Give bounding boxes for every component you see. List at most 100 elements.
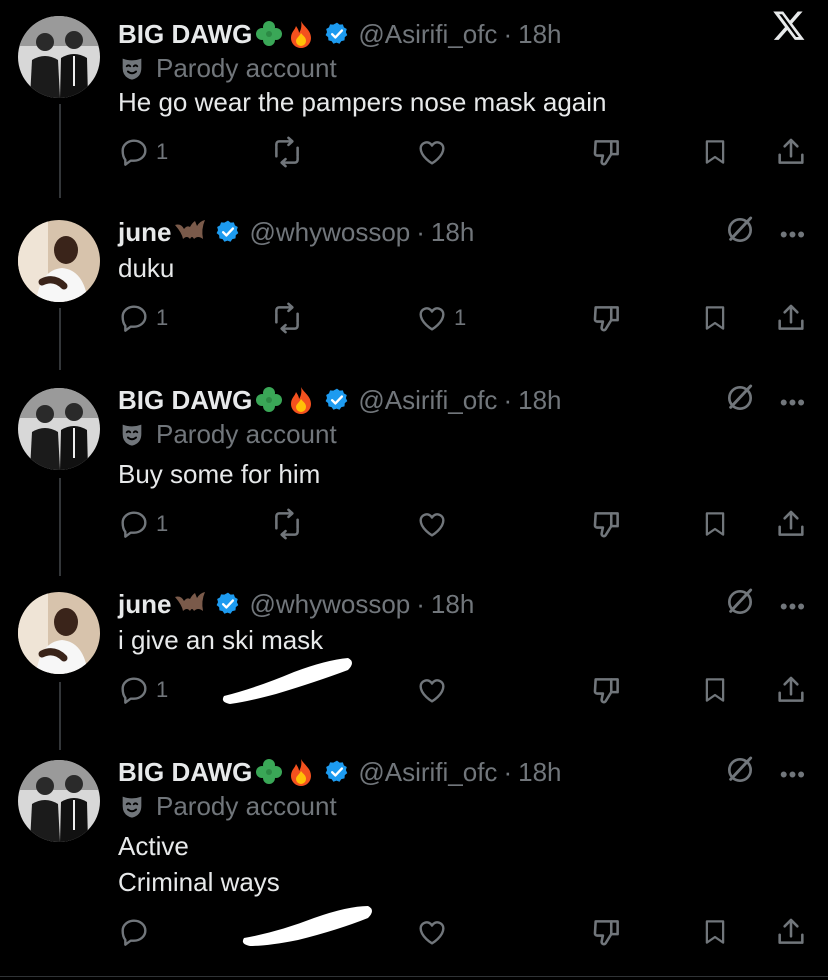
- grok-icon[interactable]: [724, 586, 756, 618]
- tweet[interactable]: BIG DAWG @Asirifi_ofc · 18h ••• Parody a…: [0, 754, 828, 954]
- dislike-button[interactable]: [590, 670, 624, 710]
- more-icon[interactable]: •••: [780, 390, 806, 416]
- bookmark-button[interactable]: [700, 132, 730, 172]
- dislike-icon: [593, 678, 619, 704]
- timestamp[interactable]: 18h: [431, 586, 474, 622]
- grok-icon[interactable]: [724, 214, 756, 246]
- tweet-actions: 1: [0, 504, 828, 544]
- bookmark-button[interactable]: [700, 298, 730, 338]
- avatar[interactable]: [18, 760, 100, 842]
- share-button[interactable]: [774, 132, 808, 172]
- avatar[interactable]: [18, 220, 100, 302]
- parody-mask-icon: [118, 792, 146, 820]
- like-icon: [419, 513, 445, 537]
- like-button[interactable]: [416, 912, 454, 952]
- share-button[interactable]: [774, 504, 808, 544]
- bookmark-button[interactable]: [700, 912, 730, 952]
- timestamp[interactable]: 18h: [518, 382, 561, 418]
- display-name[interactable]: BIG DAWG: [118, 382, 252, 418]
- verified-icon: [324, 387, 350, 413]
- like-button[interactable]: [416, 504, 454, 544]
- display-name[interactable]: BIG DAWG: [118, 754, 252, 790]
- parody-label: Parody account: [156, 52, 337, 83]
- tweet-actions: [0, 912, 828, 952]
- tweet-text: Buy some for him: [118, 459, 321, 489]
- timestamp[interactable]: 18h: [518, 16, 561, 52]
- retweet-button[interactable]: [270, 132, 304, 172]
- reply-icon: [121, 511, 147, 538]
- parody-badge: Parody account: [118, 50, 337, 86]
- verified-icon: [324, 21, 350, 47]
- handle[interactable]: @Asirifi_ofc: [358, 16, 497, 52]
- retweet-button[interactable]: [270, 504, 304, 544]
- dislike-icon: [593, 920, 619, 946]
- like-button[interactable]: [416, 670, 454, 710]
- tweet[interactable]: june @whywossop · 18h ••• duku 1 1: [0, 214, 828, 354]
- bookmark-button[interactable]: [700, 670, 730, 710]
- share-icon: [778, 510, 804, 536]
- tweet-text-line-2: Criminal ways: [118, 867, 280, 897]
- dislike-button[interactable]: [590, 132, 624, 172]
- grok-icon[interactable]: [724, 382, 756, 414]
- more-icon[interactable]: •••: [780, 762, 806, 788]
- reply-button[interactable]: 1: [118, 504, 168, 544]
- display-name[interactable]: june: [118, 586, 171, 622]
- bookmark-icon: [705, 512, 725, 536]
- retweet-button[interactable]: [270, 298, 304, 338]
- handle[interactable]: @whywossop: [249, 586, 410, 622]
- fire-emoji: [286, 385, 316, 415]
- share-button[interactable]: [774, 670, 808, 710]
- share-button[interactable]: [774, 298, 808, 338]
- dislike-button[interactable]: [590, 504, 624, 544]
- parody-mask-icon: [118, 420, 146, 448]
- handle[interactable]: @whywossop: [249, 214, 410, 250]
- like-icon: [419, 921, 445, 945]
- verified-icon: [215, 219, 241, 245]
- reply-count: 1: [156, 139, 169, 164]
- retweet-icon: [275, 508, 299, 540]
- like-button[interactable]: 1: [416, 298, 466, 338]
- tweet-actions: 1: [0, 132, 828, 172]
- display-name[interactable]: june: [118, 214, 171, 250]
- dislike-button[interactable]: [590, 298, 624, 338]
- dislike-icon: [593, 306, 619, 332]
- share-button[interactable]: [774, 912, 808, 952]
- bookmark-button[interactable]: [700, 504, 730, 544]
- timestamp[interactable]: 18h: [431, 214, 474, 250]
- dislike-button[interactable]: [590, 912, 624, 952]
- tweet[interactable]: BIG DAWG @Asirifi_ofc · 18h ••• Parody a…: [0, 382, 828, 542]
- like-button[interactable]: [416, 132, 454, 172]
- display-name[interactable]: BIG DAWG: [118, 16, 252, 52]
- separator: ·: [416, 217, 425, 247]
- reply-icon: [121, 919, 147, 946]
- bookmark-icon: [705, 678, 725, 702]
- parody-label: Parody account: [156, 418, 337, 449]
- grok-icon[interactable]: [724, 754, 756, 786]
- bat-emoji: [173, 589, 207, 619]
- tweet-text: He go wear the pampers nose mask again: [118, 87, 607, 117]
- retweet-icon: [275, 302, 299, 334]
- reply-button[interactable]: 1: [118, 132, 168, 172]
- avatar[interactable]: [18, 388, 100, 470]
- timestamp[interactable]: 18h: [518, 754, 561, 790]
- reply-button[interactable]: 1: [118, 670, 168, 710]
- parody-label: Parody account: [156, 790, 337, 821]
- avatar[interactable]: [18, 16, 100, 98]
- reply-button[interactable]: [118, 912, 156, 952]
- tweet[interactable]: june @whywossop · 18h ••• i give an ski …: [0, 586, 828, 716]
- more-icon[interactable]: •••: [780, 594, 806, 620]
- handle[interactable]: @Asirifi_ofc: [358, 754, 497, 790]
- share-icon: [778, 138, 804, 164]
- reply-icon: [121, 139, 147, 166]
- retweet-icon: [275, 136, 299, 168]
- avatar[interactable]: [18, 592, 100, 674]
- share-icon: [778, 918, 804, 944]
- parody-badge: Parody account: [118, 416, 337, 452]
- handle[interactable]: @Asirifi_ofc: [358, 382, 497, 418]
- separator: ·: [503, 19, 513, 49]
- reply-button[interactable]: 1: [118, 298, 168, 338]
- tweet-actions: 1 1: [0, 298, 828, 338]
- tweet[interactable]: BIG DAWG @Asirifi_ofc · 18h Parody accou…: [0, 16, 828, 176]
- more-icon[interactable]: •••: [780, 222, 806, 248]
- share-icon: [778, 676, 804, 702]
